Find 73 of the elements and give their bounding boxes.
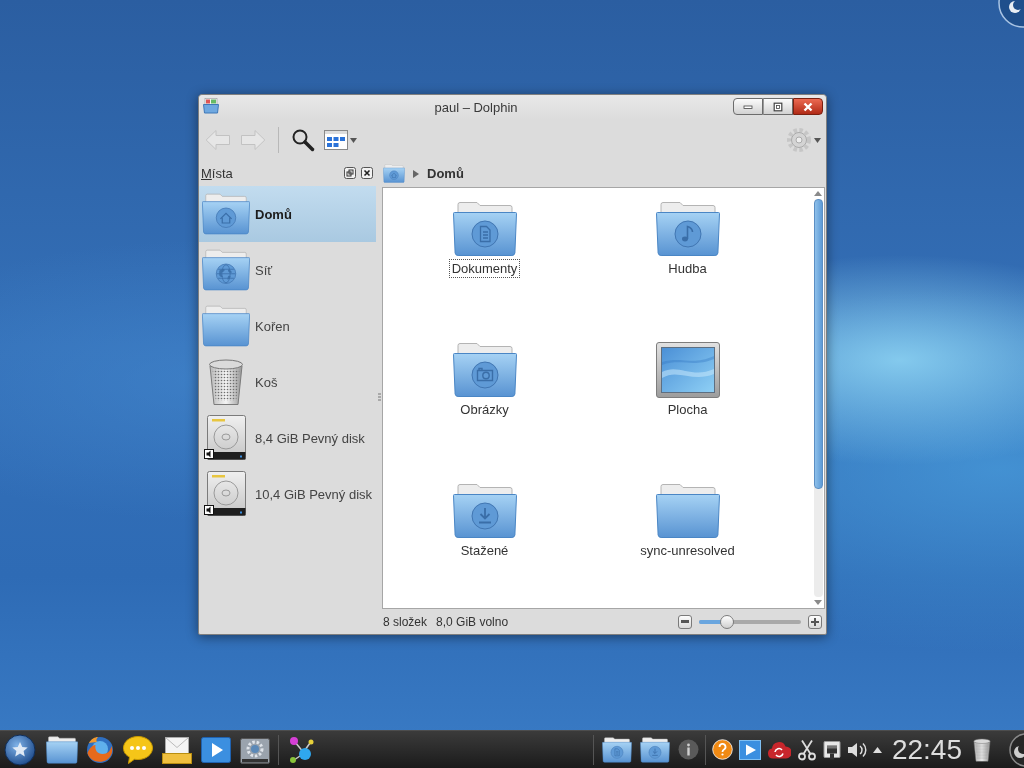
search-icon [291, 128, 315, 152]
globe-folder-icon [202, 249, 250, 291]
breadcrumb-arrow-icon[interactable] [413, 169, 419, 178]
file-item[interactable]: sync-unresolved [637, 483, 738, 560]
breadcrumb-item[interactable]: Domů [427, 166, 464, 181]
help-icon[interactable] [711, 739, 733, 760]
play-icon[interactable] [200, 735, 232, 764]
volume-icon[interactable] [846, 741, 867, 758]
forward-arrow-icon [240, 129, 266, 151]
close-icon[interactable] [361, 167, 373, 179]
chat-bubble-icon[interactable] [122, 734, 154, 765]
trash-icon[interactable] [970, 735, 994, 764]
home-folder-icon [202, 193, 250, 235]
view-mode-button[interactable] [323, 129, 358, 151]
scrollbar-thumb[interactable] [813, 199, 823, 489]
folder-icon[interactable] [46, 735, 78, 764]
window-title: paul – Dolphin [433, 100, 519, 115]
info-icon[interactable] [677, 739, 699, 760]
web-browser-icon[interactable] [85, 734, 115, 765]
zoom-out-button[interactable] [678, 614, 692, 629]
places-item[interactable]: Koš [199, 354, 376, 410]
close-icon [803, 101, 813, 112]
network-icon[interactable] [822, 738, 841, 761]
file-item[interactable]: Dokumenty [448, 201, 521, 278]
desktop-icon [655, 342, 720, 398]
panel-title: Místa [201, 165, 233, 181]
caret-icon [814, 137, 821, 143]
scissors-icon[interactable] [796, 738, 817, 761]
camera-folder-icon [452, 342, 517, 398]
home-folder-icon[interactable] [383, 164, 405, 183]
caret-icon[interactable] [872, 746, 882, 753]
file-item[interactable]: Stažené [452, 483, 517, 560]
scroll-up-icon[interactable] [814, 191, 822, 196]
search-button[interactable] [290, 127, 316, 153]
close-button[interactable] [793, 98, 823, 115]
document-folder-icon [452, 201, 517, 257]
places-item[interactable]: Síť [199, 242, 376, 298]
plus-icon [811, 617, 819, 626]
places-item[interactable]: 10,4 GiB Pevný disk [199, 466, 376, 522]
minimize-button[interactable] [733, 98, 763, 115]
back-arrow-icon [205, 129, 231, 151]
icon-grid-icon [324, 130, 348, 150]
maximize-icon [773, 101, 783, 112]
download-folder-icon [452, 483, 517, 539]
document-folder-icon[interactable] [601, 736, 632, 763]
music-folder-icon [655, 201, 720, 257]
slider-thumb[interactable] [719, 614, 734, 629]
places-item[interactable]: Kořen [199, 298, 376, 354]
splitter-grip-icon[interactable] [377, 393, 381, 401]
settings-icon [786, 127, 812, 153]
places-item[interactable]: Domů [199, 186, 376, 242]
float-panel-icon[interactable] [344, 167, 356, 179]
app-menu-icon[interactable] [4, 733, 36, 766]
download-folder-icon[interactable] [639, 736, 670, 763]
clock[interactable]: 22:45 [891, 733, 962, 766]
minus-icon [681, 620, 689, 623]
places-item[interactable]: 8,4 GiB Pevný disk [199, 410, 376, 466]
file-item[interactable]: Hudba [655, 201, 720, 278]
folder-icon [203, 98, 219, 114]
caret-icon [350, 137, 357, 143]
sync-cloud-icon[interactable] [766, 739, 791, 760]
free-space: 8,0 GiB volno [436, 614, 509, 629]
play-icon[interactable] [738, 739, 761, 760]
file-item[interactable]: Obrázky [452, 342, 517, 419]
file-item[interactable]: Plocha [655, 342, 720, 419]
folder-icon [655, 483, 720, 539]
zoom-slider[interactable] [699, 614, 801, 629]
scroll-down-icon[interactable] [814, 600, 822, 605]
folder-count: 8 složek [383, 614, 428, 629]
envelope-icon[interactable] [161, 734, 193, 765]
folder-icon [202, 305, 250, 347]
maximize-button[interactable] [763, 98, 793, 115]
zoom-in-button[interactable] [808, 614, 822, 629]
